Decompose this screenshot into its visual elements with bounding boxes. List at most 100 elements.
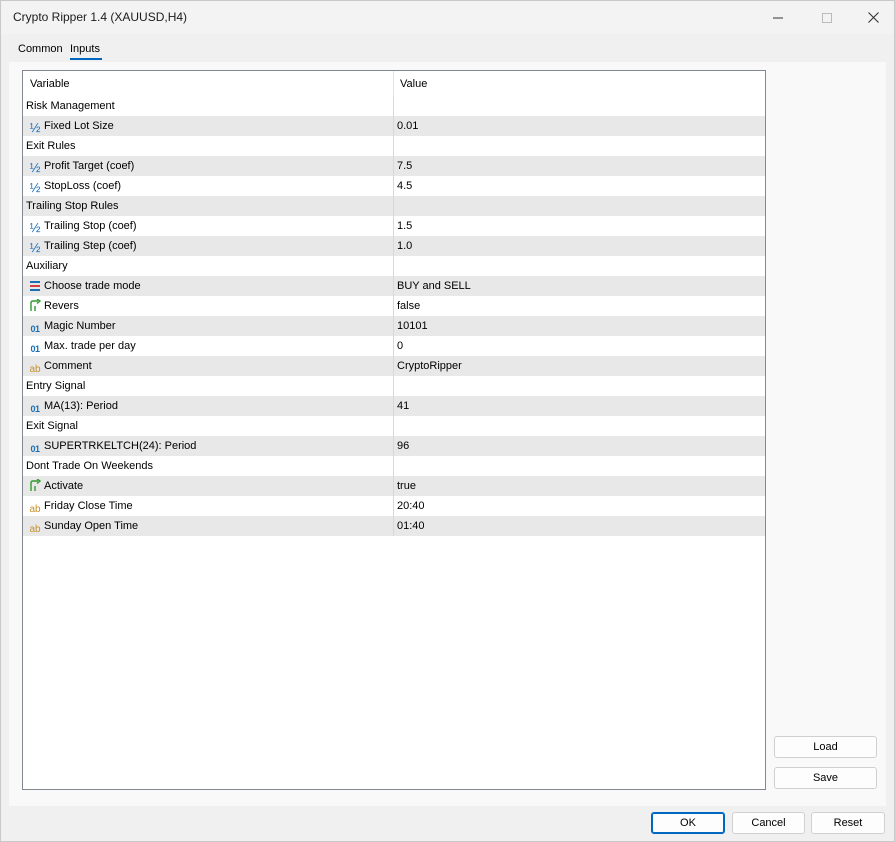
variable-label: Sunday Open Time bbox=[44, 520, 139, 532]
value-cell[interactable]: 01:40 bbox=[395, 516, 765, 536]
group-row[interactable]: Dont Trade On Weekends bbox=[23, 456, 765, 476]
parameter-row[interactable]: Activate true bbox=[23, 476, 765, 496]
variable-cell: ½ Fixed Lot Size bbox=[23, 116, 394, 136]
group-label: Entry Signal bbox=[26, 380, 86, 392]
parameter-row[interactable]: Choose trade mode BUY and SELL bbox=[23, 276, 765, 296]
variable-cell: Exit Signal bbox=[23, 416, 394, 436]
group-row[interactable]: Entry Signal bbox=[23, 376, 765, 396]
variable-cell: Dont Trade On Weekends bbox=[23, 456, 394, 476]
group-label: Risk Management bbox=[26, 100, 115, 112]
variable-cell: 01 MA(13): Period bbox=[23, 396, 394, 416]
title-bar[interactable]: Crypto Ripper 1.4 (XAUUSD,H4) bbox=[1, 1, 894, 34]
dialog-window: Crypto Ripper 1.4 (XAUUSD,H4) Common Inp… bbox=[0, 0, 895, 842]
value-cell[interactable]: 1.0 bbox=[395, 236, 765, 256]
integer-icon: 01 bbox=[30, 324, 40, 334]
fraction-icon: ½ bbox=[29, 180, 41, 195]
variable-label: Profit Target (coef) bbox=[44, 160, 135, 172]
variable-cell: ½ Profit Target (coef) bbox=[23, 156, 394, 176]
cancel-button[interactable]: Cancel bbox=[732, 812, 805, 834]
variable-cell: Risk Management bbox=[23, 96, 394, 116]
parameter-row[interactable]: 01 Max. trade per day 0 bbox=[23, 336, 765, 356]
value-cell[interactable]: 0.01 bbox=[395, 116, 765, 136]
value-cell[interactable]: 4.5 bbox=[395, 176, 765, 196]
group-row[interactable]: Auxiliary bbox=[23, 256, 765, 276]
load-button[interactable]: Load bbox=[774, 736, 877, 758]
fraction-icon: ½ bbox=[29, 240, 41, 255]
value-cell[interactable]: 7.5 bbox=[395, 156, 765, 176]
parameter-row[interactable]: ab Sunday Open Time 01:40 bbox=[23, 516, 765, 536]
group-label: Dont Trade On Weekends bbox=[26, 460, 153, 472]
group-row[interactable]: Risk Management bbox=[23, 96, 765, 116]
minimize-button[interactable] bbox=[755, 1, 801, 34]
value-cell[interactable]: 0 bbox=[395, 336, 765, 356]
maximize-button bbox=[804, 1, 850, 34]
tab-inputs[interactable]: Inputs bbox=[70, 43, 100, 55]
fraction-icon: ½ bbox=[29, 220, 41, 235]
tab-bar: Common Inputs bbox=[9, 40, 879, 62]
fraction-icon: ½ bbox=[29, 120, 41, 135]
grid-header: Variable Value bbox=[23, 71, 765, 96]
maximize-icon bbox=[822, 12, 832, 23]
variable-label: Magic Number bbox=[44, 320, 116, 332]
value-cell bbox=[395, 376, 765, 396]
variable-cell: ab Friday Close Time bbox=[23, 496, 394, 516]
bool-arrow-icon bbox=[28, 478, 42, 493]
column-header-value[interactable]: Value bbox=[394, 71, 765, 96]
variable-label: StopLoss (coef) bbox=[44, 180, 122, 192]
window-title: Crypto Ripper 1.4 (XAUUSD,H4) bbox=[13, 10, 188, 24]
minimize-icon bbox=[773, 17, 783, 18]
variable-label: Max. trade per day bbox=[44, 340, 136, 352]
variable-cell: ½ StopLoss (coef) bbox=[23, 176, 394, 196]
fraction-icon: ½ bbox=[29, 160, 41, 175]
parameter-row[interactable]: ½ Trailing Stop (coef) 1.5 bbox=[23, 216, 765, 236]
tab-common[interactable]: Common bbox=[18, 43, 63, 55]
value-cell[interactable]: true bbox=[395, 476, 765, 496]
value-cell[interactable]: 10101 bbox=[395, 316, 765, 336]
value-cell[interactable]: false bbox=[395, 296, 765, 316]
value-cell[interactable]: 20:40 bbox=[395, 496, 765, 516]
variable-cell: ½ Trailing Stop (coef) bbox=[23, 216, 394, 236]
variable-label: Choose trade mode bbox=[44, 280, 141, 292]
value-cell[interactable]: BUY and SELL bbox=[395, 276, 765, 296]
parameter-row[interactable]: ½ Trailing Step (coef) 1.0 bbox=[23, 236, 765, 256]
value-cell[interactable]: 41 bbox=[395, 396, 765, 416]
value-cell bbox=[395, 416, 765, 436]
group-row[interactable]: Exit Rules bbox=[23, 136, 765, 156]
variable-label: MA(13): Period bbox=[44, 400, 118, 412]
parameter-row[interactable]: ab Friday Close Time 20:40 bbox=[23, 496, 765, 516]
ok-button[interactable]: OK bbox=[651, 812, 725, 834]
parameter-row[interactable]: 01 SUPERTRKELTCH(24): Period 96 bbox=[23, 436, 765, 456]
parameter-row[interactable]: ½ StopLoss (coef) 4.5 bbox=[23, 176, 765, 196]
string-icon: ab bbox=[29, 504, 41, 515]
value-cell bbox=[395, 456, 765, 476]
variable-cell: Exit Rules bbox=[23, 136, 394, 156]
parameter-row[interactable]: 01 MA(13): Period 41 bbox=[23, 396, 765, 416]
grid-rows: Risk Management ½ Fixed Lot Size 0.01 Exit R… bbox=[23, 96, 765, 536]
string-icon: ab bbox=[29, 364, 41, 375]
group-row[interactable]: Exit Signal bbox=[23, 416, 765, 436]
inputs-grid: Variable Value Risk Management ½ Fixed Lot… bbox=[22, 70, 766, 790]
enum-list-icon bbox=[28, 280, 42, 294]
group-row[interactable]: Trailing Stop Rules bbox=[23, 196, 765, 216]
value-cell[interactable]: 1.5 bbox=[395, 216, 765, 236]
save-button[interactable]: Save bbox=[774, 767, 877, 789]
parameter-row[interactable]: Revers false bbox=[23, 296, 765, 316]
variable-cell: Revers bbox=[23, 296, 394, 316]
close-icon bbox=[867, 12, 879, 23]
variable-cell: ab Comment bbox=[23, 356, 394, 376]
variable-label: SUPERTRKELTCH(24): Period bbox=[44, 440, 197, 452]
value-cell[interactable]: CryptoRipper bbox=[395, 356, 765, 376]
variable-cell: 01 Max. trade per day bbox=[23, 336, 394, 356]
value-cell[interactable]: 96 bbox=[395, 436, 765, 456]
column-header-variable[interactable]: Variable bbox=[23, 71, 394, 96]
parameter-row[interactable]: ½ Fixed Lot Size 0.01 bbox=[23, 116, 765, 136]
parameter-row[interactable]: ½ Profit Target (coef) 7.5 bbox=[23, 156, 765, 176]
reset-button[interactable]: Reset bbox=[811, 812, 885, 834]
close-button[interactable] bbox=[850, 1, 895, 34]
variable-cell: 01 Magic Number bbox=[23, 316, 394, 336]
parameter-row[interactable]: 01 Magic Number 10101 bbox=[23, 316, 765, 336]
variable-cell: Activate bbox=[23, 476, 394, 496]
parameter-row[interactable]: ab Comment CryptoRipper bbox=[23, 356, 765, 376]
string-icon: ab bbox=[29, 524, 41, 535]
variable-label: Trailing Step (coef) bbox=[44, 240, 137, 252]
